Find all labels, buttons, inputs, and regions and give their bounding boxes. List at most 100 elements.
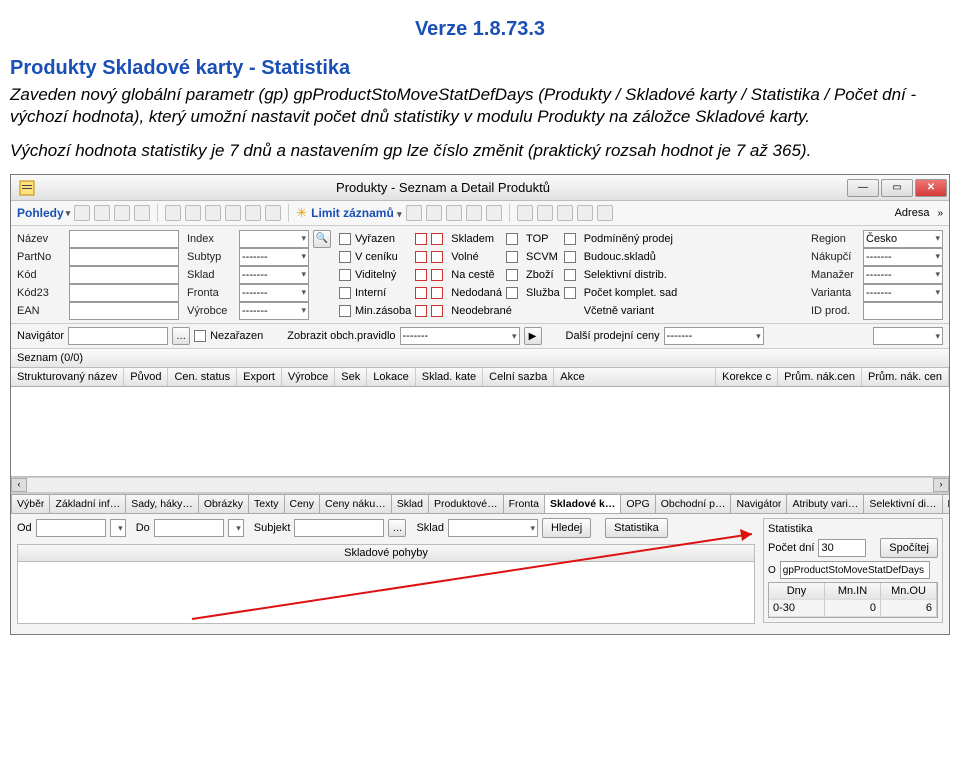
col-1[interactable]: Původ <box>124 368 168 386</box>
tb-icon-6[interactable] <box>185 205 201 221</box>
subjekt-browse-button[interactable]: … <box>388 519 406 537</box>
limit-dropdown[interactable]: Limit záznamů ▾ <box>311 206 402 220</box>
tab-texty[interactable]: Texty <box>248 494 285 513</box>
cb-neodeb-b[interactable] <box>431 305 443 317</box>
cb-interni[interactable] <box>339 287 351 299</box>
tab-atributy[interactable]: Atributy vari… <box>786 494 864 513</box>
tb-icon-15[interactable] <box>486 205 502 221</box>
tab-navigator[interactable]: Navigátor <box>730 494 787 513</box>
cb-nedodana-b[interactable] <box>431 287 443 299</box>
cb-scvm[interactable] <box>506 251 518 263</box>
input-nazev[interactable] <box>69 230 179 248</box>
col-7[interactable]: Sklad. kate <box>416 368 483 386</box>
tb-icon-5[interactable] <box>165 205 181 221</box>
tab-produktove[interactable]: Produktové… <box>428 494 504 513</box>
combo-pravidlo[interactable]: -------▾ <box>400 327 520 345</box>
col-6[interactable]: Lokace <box>367 368 415 386</box>
input-partno[interactable] <box>69 248 179 266</box>
input-od[interactable] <box>36 519 106 537</box>
scroll-right-icon[interactable]: › <box>933 478 949 492</box>
maximize-button[interactable]: ▭ <box>881 179 913 197</box>
grid-body[interactable] <box>11 387 949 477</box>
combo-dalsiceny[interactable]: -------▾ <box>664 327 764 345</box>
tb-refresh-icon[interactable] <box>74 205 90 221</box>
cb-selekt[interactable] <box>564 269 576 281</box>
combo-nakupci[interactable]: -------▾ <box>863 248 943 266</box>
combo-right-extra[interactable]: ▾ <box>873 327 943 345</box>
hledej-button[interactable]: Hledej <box>542 518 591 538</box>
cb-viditelny[interactable] <box>339 269 351 281</box>
spocitej-button[interactable]: Spočítej <box>880 538 938 558</box>
input-kod[interactable] <box>69 266 179 284</box>
cb-vceniku[interactable] <box>339 251 351 263</box>
tab-skladovek[interactable]: Skladové k… <box>544 494 621 513</box>
cb-skladem-a[interactable] <box>415 233 427 245</box>
cb-naceste-b[interactable] <box>431 269 443 281</box>
combo-varianta[interactable]: -------▾ <box>863 284 943 302</box>
col-2[interactable]: Cen. status <box>168 368 237 386</box>
combo-index[interactable]: ▾ <box>239 230 309 248</box>
combo-do[interactable]: ▾ <box>228 519 244 537</box>
cb-skladem-b[interactable] <box>431 233 443 245</box>
col-3[interactable]: Export <box>237 368 282 386</box>
tb-icon-19[interactable] <box>577 205 593 221</box>
nav-browse-button[interactable]: … <box>172 327 190 345</box>
cb-budouc[interactable] <box>564 251 576 263</box>
input-ean[interactable] <box>69 302 179 320</box>
cb-vyrazen[interactable] <box>339 233 351 245</box>
tb-icon-16[interactable] <box>517 205 533 221</box>
tb-star-icon[interactable]: ✳ <box>296 205 307 221</box>
tab-opg[interactable]: OPG <box>620 494 655 513</box>
combo-subtyp[interactable]: -------▾ <box>239 248 309 266</box>
tb-icon-14[interactable] <box>466 205 482 221</box>
pohledy-dropdown[interactable]: Pohledy ▾ <box>17 206 70 220</box>
cb-nezarazen[interactable] <box>194 330 206 342</box>
tab-ceny[interactable]: Ceny <box>284 494 321 513</box>
cb-naceste-a[interactable] <box>415 269 427 281</box>
input-navigator[interactable] <box>68 327 168 345</box>
input-subjekt[interactable] <box>294 519 384 537</box>
col-11[interactable]: Prům. nák.cen <box>778 368 862 386</box>
tb-icon-17[interactable] <box>537 205 553 221</box>
tb-icon-11[interactable] <box>406 205 422 221</box>
combo-manazer[interactable]: -------▾ <box>863 266 943 284</box>
col-8[interactable]: Celní sazba <box>483 368 554 386</box>
tb-icon-20[interactable] <box>597 205 613 221</box>
tb-icon-4[interactable] <box>134 205 150 221</box>
filter-apply-button[interactable]: ▶ <box>524 327 542 345</box>
cb-volne-a[interactable] <box>415 251 427 263</box>
tab-sady[interactable]: Sady, háky… <box>125 494 199 513</box>
cb-nedodana-a[interactable] <box>415 287 427 299</box>
col-4[interactable]: Výrobce <box>282 368 335 386</box>
tab-vyber[interactable]: Výběr <box>11 494 50 513</box>
tab-sklad[interactable]: Sklad <box>391 494 429 513</box>
statistika-button[interactable]: Statistika <box>605 518 668 538</box>
scroll-left-icon[interactable]: ‹ <box>11 478 27 492</box>
tb-icon-3[interactable] <box>114 205 130 221</box>
tab-selektivni[interactable]: Selektivní di… <box>863 494 942 513</box>
close-button[interactable]: ✕ <box>915 179 947 197</box>
col-9[interactable]: Akce <box>554 368 716 386</box>
combo-det-sklad[interactable]: ▾ <box>448 519 538 537</box>
col-0[interactable]: Strukturovaný název <box>11 368 124 386</box>
tab-fronta[interactable]: Fronta <box>503 494 545 513</box>
input-idprod[interactable] <box>863 302 943 320</box>
tab-zakladni[interactable]: Základní inf… <box>49 494 126 513</box>
combo-sklad[interactable]: -------▾ <box>239 266 309 284</box>
cb-podmin[interactable] <box>564 233 576 245</box>
col-12[interactable]: Prům. nák. cen <box>862 368 949 386</box>
cb-top[interactable] <box>506 233 518 245</box>
input-pocet-dni[interactable] <box>818 539 866 557</box>
combo-fronta[interactable]: -------▾ <box>239 284 309 302</box>
input-do[interactable] <box>154 519 224 537</box>
gp-name-field[interactable] <box>780 561 930 579</box>
combo-od[interactable]: ▾ <box>110 519 126 537</box>
sklad-pohyby-body[interactable] <box>17 562 755 624</box>
tab-licence[interactable]: Licence <box>942 494 950 513</box>
tb-icon-10[interactable] <box>265 205 281 221</box>
cb-sluzba[interactable] <box>506 287 518 299</box>
tb-icon-8[interactable] <box>225 205 241 221</box>
col-5[interactable]: Sek <box>335 368 367 386</box>
cb-zbozi[interactable] <box>506 269 518 281</box>
tb-icon-13[interactable] <box>446 205 462 221</box>
